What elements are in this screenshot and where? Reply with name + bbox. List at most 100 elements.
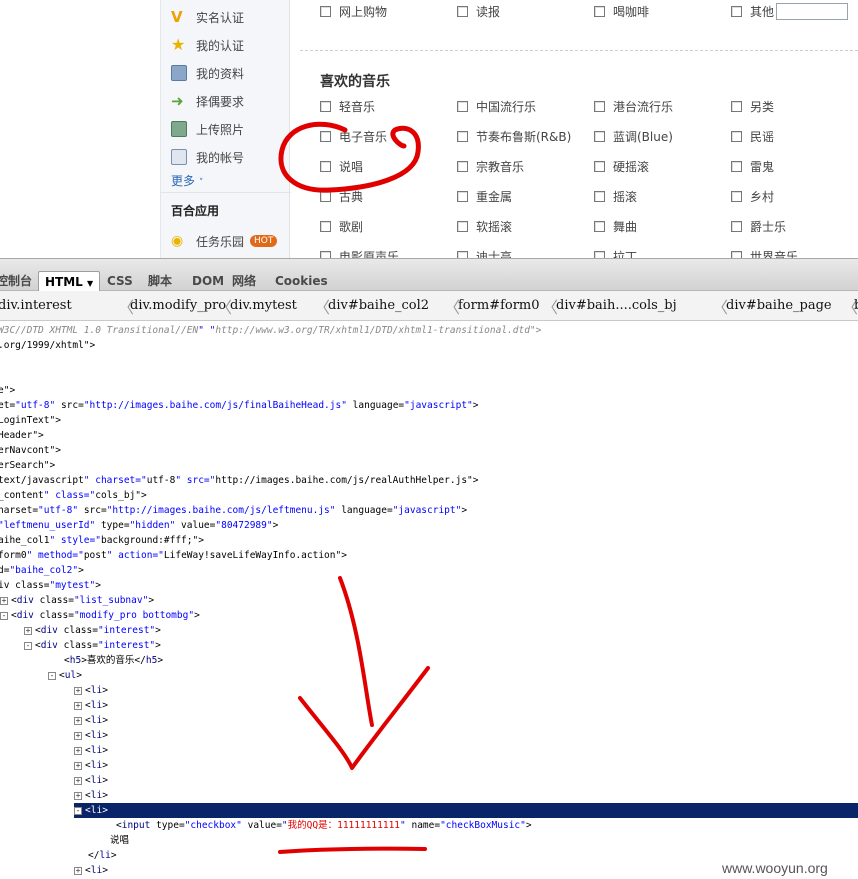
- checkbox[interactable]: [731, 190, 742, 202]
- collapse-icon[interactable]: -: [24, 641, 32, 650]
- source-line[interactable]: - <ul>: [48, 668, 82, 683]
- source-line[interactable]: erNavcont">: [0, 443, 61, 458]
- checkbox[interactable]: [457, 160, 468, 172]
- music-option[interactable]: 节奏布鲁斯(R&B): [457, 127, 571, 145]
- checkbox[interactable]: [457, 100, 468, 112]
- music-option[interactable]: 爵士乐: [731, 217, 786, 235]
- collapse-icon[interactable]: -: [0, 611, 8, 620]
- music-option[interactable]: 雷鬼: [731, 157, 774, 175]
- source-line[interactable]: <input type="checkbox" value="我的QQ是：1111…: [116, 818, 532, 833]
- collapse-icon[interactable]: -: [74, 806, 82, 815]
- source-line[interactable]: harset="utf-8" src="http://images.baihe.…: [0, 503, 467, 518]
- checkbox[interactable]: [594, 220, 605, 232]
- source-line[interactable]: form0" method="post" action="LifeWay!sav…: [0, 548, 347, 563]
- expand-icon[interactable]: +: [74, 701, 82, 710]
- checkbox[interactable]: [594, 160, 605, 172]
- checkbox[interactable]: [320, 250, 331, 258]
- more-link[interactable]: 更多 ˅: [171, 172, 203, 189]
- source-line[interactable]: + <li>: [74, 713, 108, 728]
- breadcrumb-item[interactable]: div#baihe_page: [726, 298, 832, 313]
- expand-icon[interactable]: +: [74, 761, 82, 770]
- source-line[interactable]: "leftmenu_userId" type="hidden" value="8…: [0, 518, 278, 533]
- checkbox[interactable]: [320, 160, 331, 172]
- music-option[interactable]: 世界音乐: [731, 247, 798, 258]
- expand-icon[interactable]: +: [74, 866, 82, 875]
- tab-css[interactable]: CSS: [107, 271, 133, 291]
- source-line[interactable]: W3C//DTD XHTML 1.0 Transitional//EN" "ht…: [0, 323, 541, 338]
- source-line[interactable]: aihe_col1" style="background:#fff;">: [0, 533, 204, 548]
- source-line[interactable]: 说唱: [110, 833, 129, 848]
- source-line[interactable]: + <li>: [74, 773, 108, 788]
- source-line[interactable]: + <li>: [74, 758, 108, 773]
- checkbox[interactable]: [594, 100, 605, 112]
- source-line[interactable]: Header">: [0, 428, 44, 443]
- option-online-shopping[interactable]: 网上购物: [320, 2, 387, 20]
- checkbox[interactable]: [731, 250, 742, 258]
- music-option[interactable]: 说唱: [320, 157, 363, 175]
- checkbox[interactable]: [320, 100, 331, 112]
- source-line[interactable]: e">: [0, 383, 15, 398]
- menu-item-real-name[interactable]: V 实名认证: [171, 7, 244, 27]
- music-option[interactable]: 宗教音乐: [457, 157, 524, 175]
- source-line[interactable]: text/javascript" charset="utf-8" src="ht…: [0, 473, 478, 488]
- checkbox[interactable]: [594, 250, 605, 258]
- source-line[interactable]: + <div class="list_subnav">: [0, 593, 154, 608]
- checkbox[interactable]: [457, 250, 468, 258]
- breadcrumb-item[interactable]: div.mytest: [230, 298, 297, 313]
- selected-source-line[interactable]: - <li>: [74, 803, 858, 818]
- breadcrumb-item[interactable]: div.interest: [0, 298, 72, 313]
- option-reading-news[interactable]: 读报: [457, 2, 500, 20]
- source-line[interactable]: iv class="mytest">: [0, 578, 101, 593]
- source-line[interactable]: LoginText">: [0, 413, 61, 428]
- expand-icon[interactable]: +: [74, 776, 82, 785]
- expand-icon[interactable]: +: [0, 596, 8, 605]
- music-option[interactable]: 硬摇滚: [594, 157, 649, 175]
- menu-item-my-account[interactable]: 我的帐号: [171, 147, 244, 167]
- music-option[interactable]: 中国流行乐: [457, 97, 536, 115]
- music-option[interactable]: 歌剧: [320, 217, 363, 235]
- checkbox[interactable]: [594, 130, 605, 142]
- checkbox[interactable]: [457, 130, 468, 142]
- collapse-icon[interactable]: -: [48, 671, 56, 680]
- checkbox[interactable]: [731, 100, 742, 112]
- source-line[interactable]: </li>: [88, 848, 117, 863]
- checkbox[interactable]: [457, 190, 468, 202]
- source-line[interactable]: + <li>: [74, 863, 108, 878]
- expand-icon[interactable]: +: [74, 686, 82, 695]
- music-option[interactable]: 迪士高: [457, 247, 512, 258]
- menu-item-upload-photo[interactable]: 上传照片: [171, 119, 244, 139]
- checkbox[interactable]: [457, 5, 468, 17]
- breadcrumb-item[interactable]: div.modify_pro: [130, 298, 226, 313]
- source-line[interactable]: <h5>喜欢的音乐</h5>: [64, 653, 163, 668]
- expand-icon[interactable]: +: [74, 716, 82, 725]
- expand-icon[interactable]: +: [74, 791, 82, 800]
- breadcrumb-item[interactable]: form#form0: [458, 298, 540, 313]
- breadcrumb-item[interactable]: div#baih....cols_bj: [556, 298, 677, 313]
- checkbox[interactable]: [731, 5, 742, 17]
- music-option[interactable]: 港台流行乐: [594, 97, 673, 115]
- checkbox[interactable]: [320, 190, 331, 202]
- tab-net[interactable]: 网络: [232, 271, 256, 291]
- checkbox[interactable]: [731, 160, 742, 172]
- checkbox[interactable]: [594, 5, 605, 17]
- breadcrumb-item[interactable]: b: [854, 298, 858, 313]
- checkbox[interactable]: [320, 5, 331, 17]
- music-option[interactable]: 另类: [731, 97, 774, 115]
- menu-item-task-park[interactable]: ◉ 任务乐园 HOT: [171, 231, 278, 251]
- source-line[interactable]: + <li>: [74, 683, 108, 698]
- menu-item-my-profile[interactable]: 我的资料: [171, 63, 244, 83]
- source-line[interactable]: - <div class="modify_pro bottombg">: [0, 608, 200, 623]
- music-option[interactable]: 电影原声乐: [320, 247, 399, 258]
- music-option[interactable]: 重金属: [457, 187, 512, 205]
- source-line[interactable]: + <li>: [74, 698, 108, 713]
- source-line[interactable]: .org/1999/xhtml">: [0, 338, 95, 353]
- music-option[interactable]: 民谣: [731, 127, 774, 145]
- source-line[interactable]: erSearch">: [0, 458, 55, 473]
- menu-item-partner-req[interactable]: ➜ 择偶要求: [171, 91, 244, 111]
- tab-html[interactable]: HTML ▼: [38, 271, 101, 291]
- checkbox[interactable]: [731, 220, 742, 232]
- option-coffee[interactable]: 喝咖啡: [594, 2, 649, 20]
- source-line[interactable]: + <div class="interest">: [24, 623, 161, 638]
- music-option[interactable]: 软摇滚: [457, 217, 512, 235]
- music-option[interactable]: 轻音乐: [320, 97, 375, 115]
